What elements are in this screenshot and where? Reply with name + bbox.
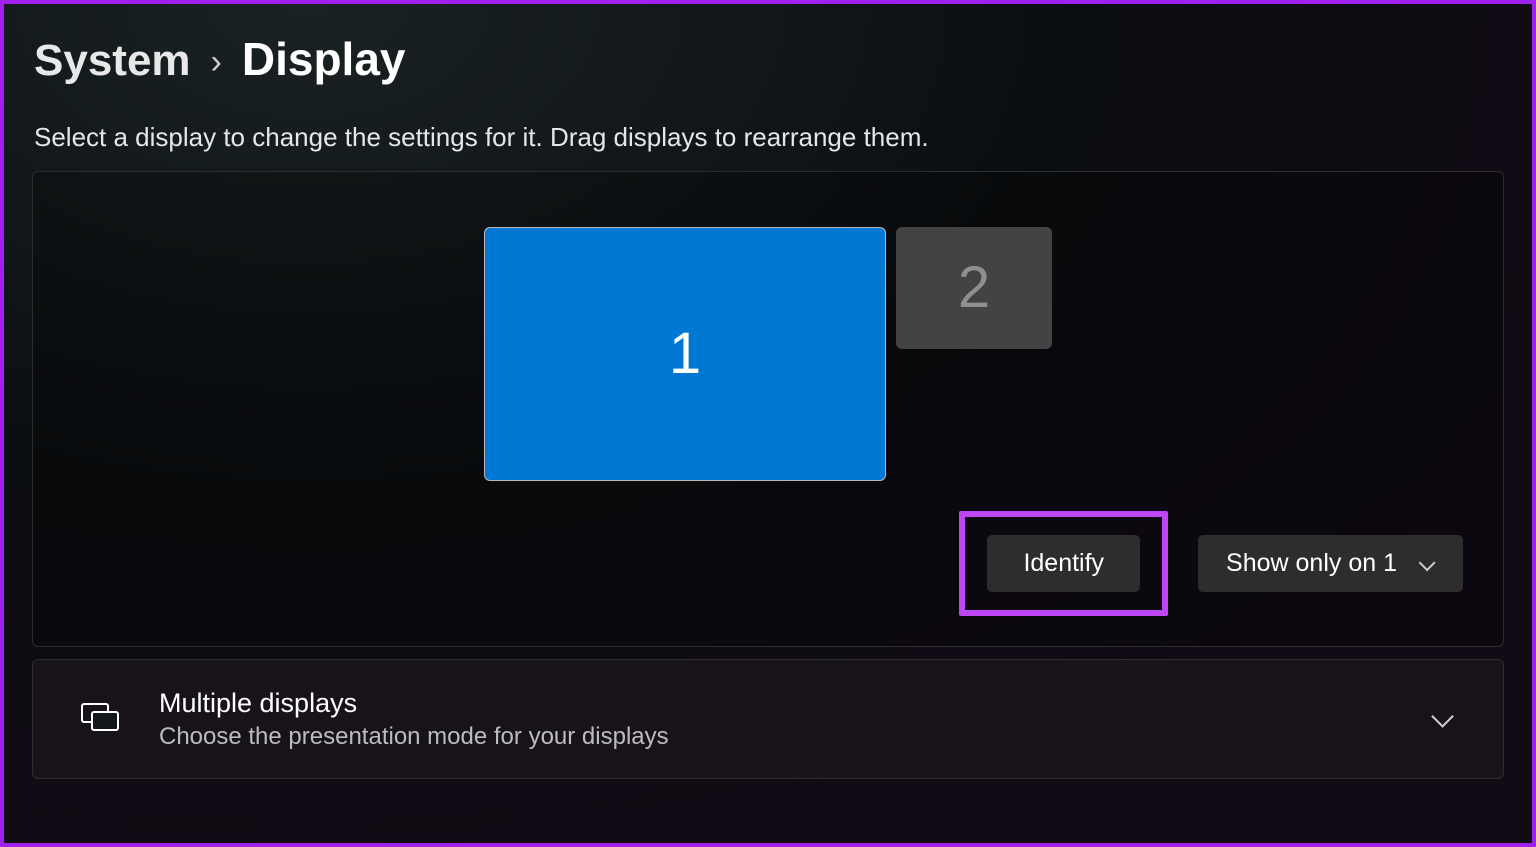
projection-mode-selected-label: Show only on 1 <box>1226 549 1397 578</box>
display-arrangement-card: 1 2 Identify Show only on 1 <box>32 171 1504 647</box>
multiple-displays-subtitle: Choose the presentation mode for your di… <box>159 723 1393 751</box>
multiple-displays-icon <box>81 703 121 735</box>
monitor-2[interactable]: 2 <box>896 227 1052 349</box>
monitor-1[interactable]: 1 <box>484 227 886 481</box>
chevron-down-icon <box>1419 559 1435 569</box>
monitor-stage: 1 2 <box>57 196 1479 511</box>
multiple-displays-expander[interactable]: Multiple displays Choose the presentatio… <box>32 659 1504 779</box>
multiple-displays-title: Multiple displays <box>159 688 1393 719</box>
identify-button[interactable]: Identify <box>987 535 1140 592</box>
annotation-highlight: Identify <box>959 511 1168 616</box>
chevron-down-icon <box>1431 712 1455 726</box>
breadcrumb-parent-system[interactable]: System <box>34 36 191 86</box>
breadcrumb: System › Display <box>34 32 1504 86</box>
monitor-2-label: 2 <box>958 254 990 321</box>
breadcrumb-separator: › <box>211 43 222 82</box>
projection-mode-select[interactable]: Show only on 1 <box>1198 535 1463 592</box>
monitor-1-label: 1 <box>669 320 701 387</box>
instruction-text: Select a display to change the settings … <box>34 122 1504 153</box>
page-title: Display <box>242 32 406 86</box>
